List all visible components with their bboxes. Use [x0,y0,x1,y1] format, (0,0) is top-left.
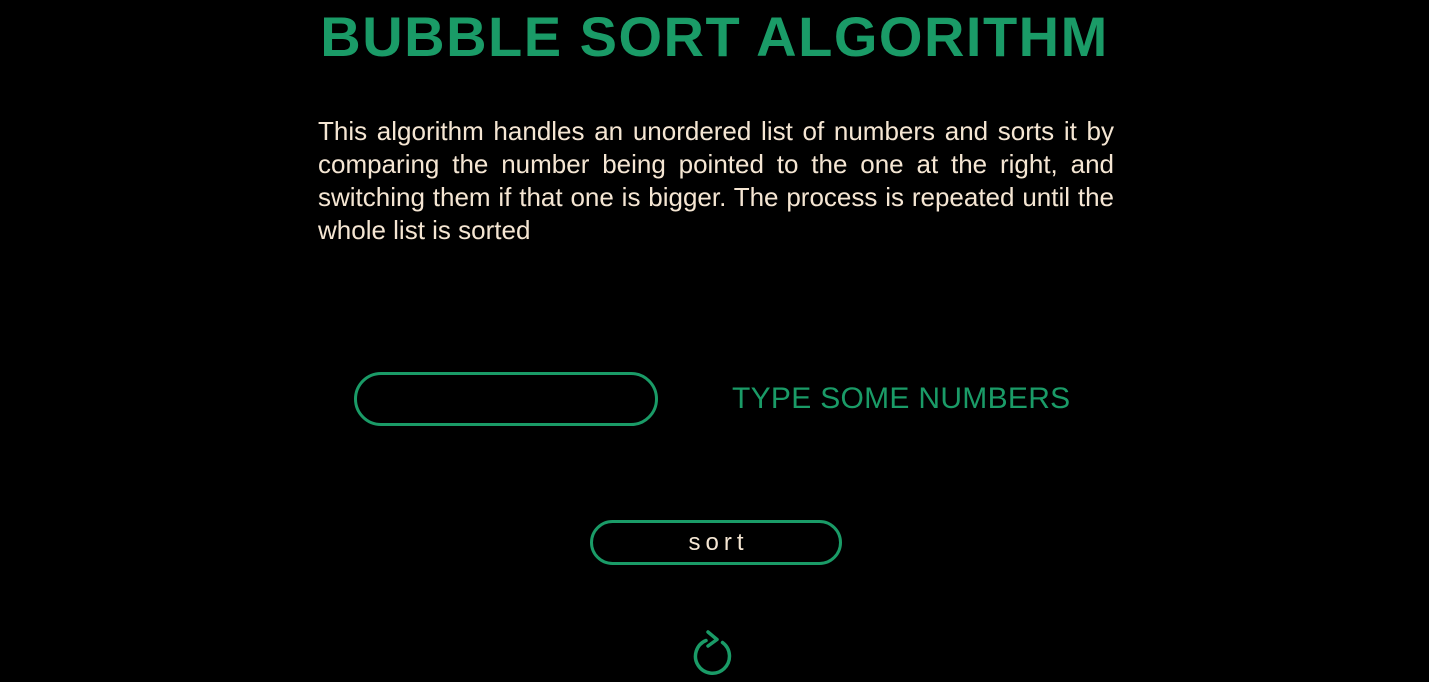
algorithm-description: This algorithm handles an unordered list… [318,116,1114,245]
input-label: TYPE SOME NUMBERS [732,382,1071,415]
sort-button[interactable]: sort [590,520,842,565]
reset-icon [693,630,732,675]
numbers-input[interactable] [354,372,658,426]
page-title: BUBBLE SORT ALGORITHM [320,5,1109,68]
reset-button[interactable] [692,630,736,678]
